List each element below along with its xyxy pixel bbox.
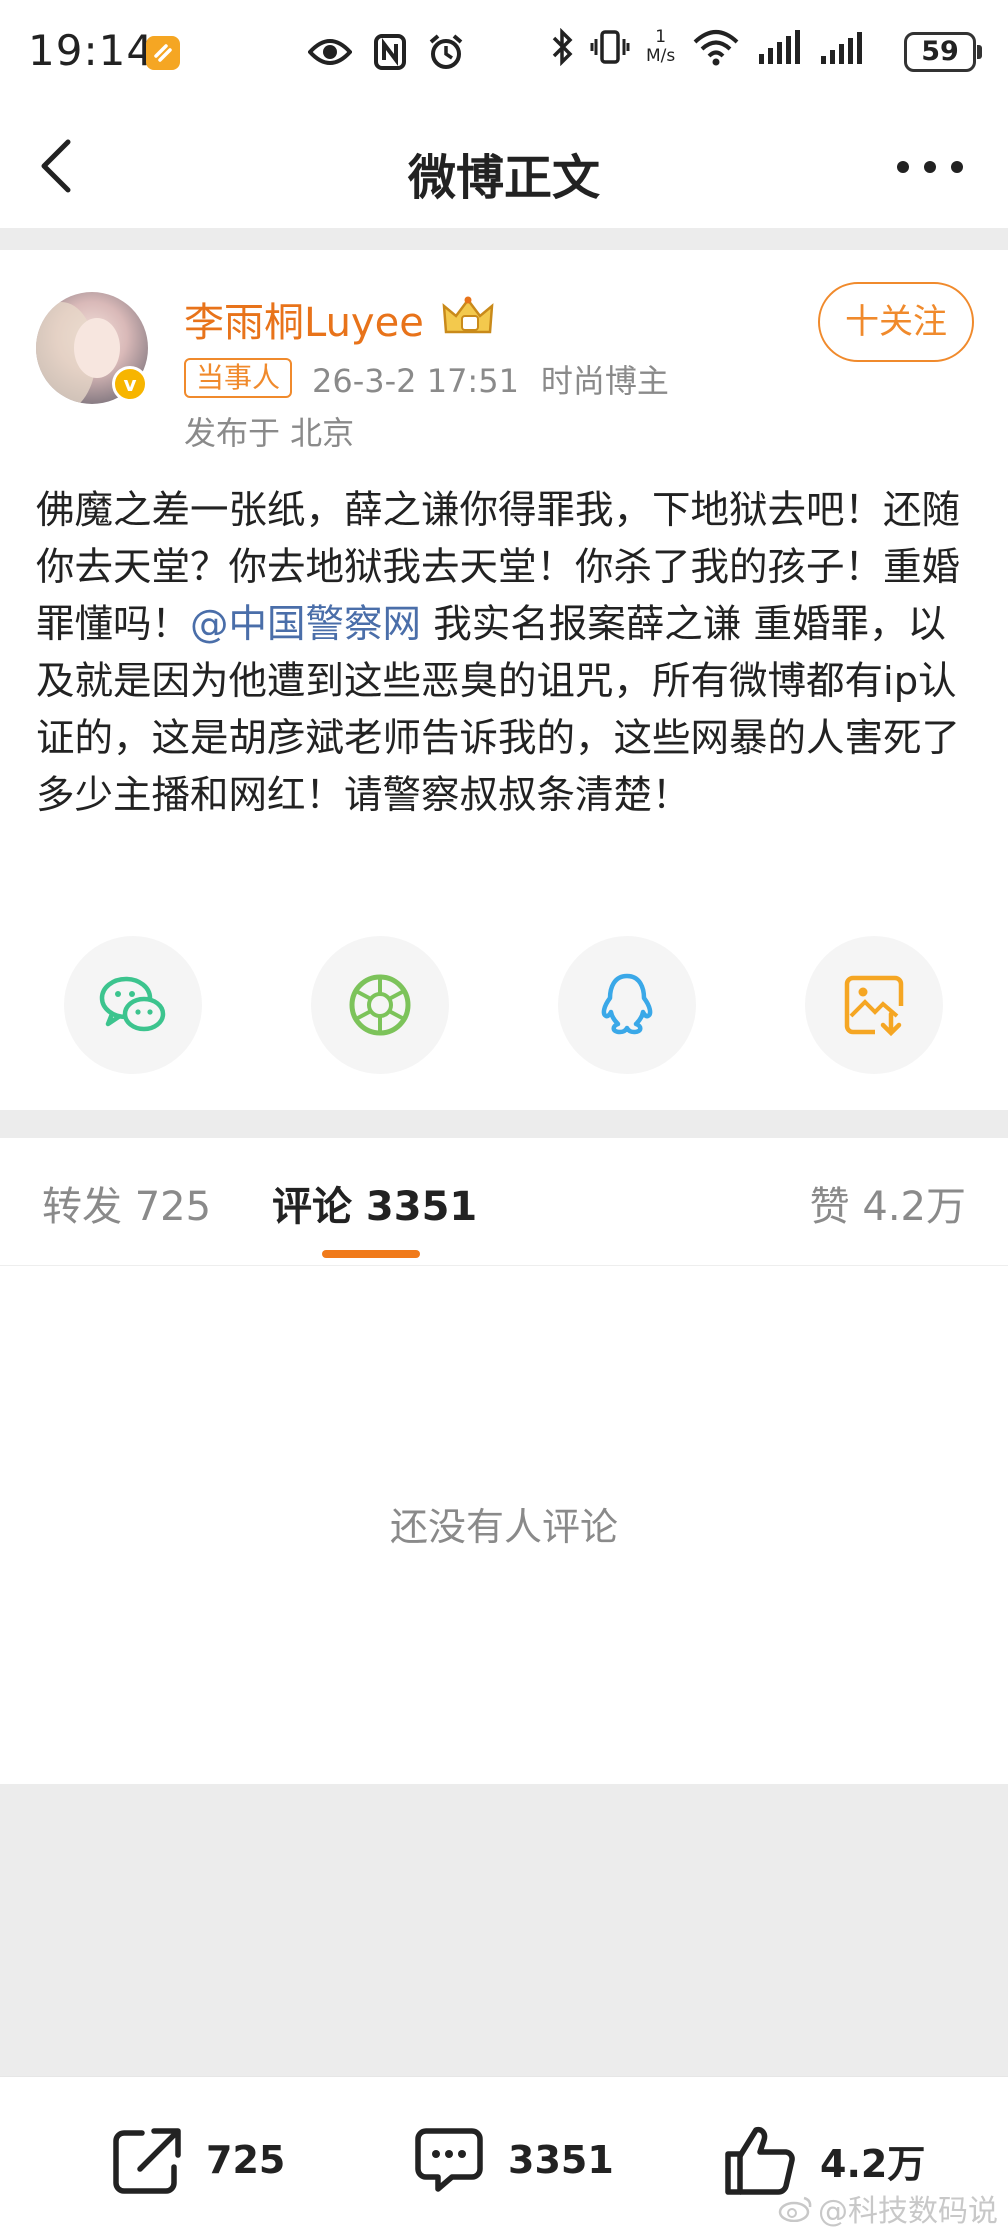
status-bar: 19:14 1 M/s 59	[0, 0, 1008, 104]
signal-icon-1	[759, 30, 801, 64]
party-tag: 当事人	[184, 358, 293, 398]
eye-icon	[308, 39, 352, 65]
repost-button[interactable]: 725	[110, 2123, 285, 2197]
mention-link[interactable]: @中国警察网	[190, 602, 421, 647]
watermark-text: @科技数码说	[818, 2194, 998, 2229]
active-tab-indicator	[322, 1250, 420, 1258]
status-icons-mid	[308, 34, 464, 70]
verified-badge-icon: v	[112, 366, 148, 402]
app-notification-icon	[146, 36, 180, 70]
author-category: 时尚博主	[540, 362, 669, 400]
post-location: 发布于 北京	[184, 414, 355, 452]
net-speed-unit: M/s	[646, 46, 676, 66]
weibo-logo-icon	[778, 2196, 812, 2222]
vibrate-icon	[590, 30, 630, 64]
share-wechat-button[interactable]	[64, 936, 202, 1074]
tab-repost[interactable]: 转发 725	[42, 1174, 211, 1232]
alarm-icon	[429, 34, 463, 69]
moments-icon	[349, 974, 411, 1036]
status-icons-right: 1 M/s	[550, 28, 863, 66]
tab-like[interactable]: 赞 4.2万	[810, 1174, 966, 1232]
qq-icon	[601, 973, 653, 1035]
post-date: 26-3-2 17:51	[312, 362, 519, 400]
post-tabs: 转发 725 评论 3351 赞 4.2万	[0, 1138, 1008, 1266]
empty-comments-text: 还没有人评论	[389, 1505, 618, 1549]
net-speed-value: 1	[655, 27, 667, 47]
repost-count: 725	[206, 2138, 286, 2182]
share-icon	[113, 2128, 181, 2194]
share-moments-button[interactable]	[311, 936, 449, 1074]
crown-icon[interactable]	[440, 294, 496, 338]
tab-comment[interactable]: 评论 3351	[272, 1174, 477, 1232]
like-count: 4.2万	[820, 2141, 926, 2186]
share-save-image-button[interactable]	[805, 936, 943, 1074]
comment-button[interactable]: 3351	[412, 2123, 614, 2197]
comment-count: 3351	[508, 2138, 614, 2182]
wechat-icon	[99, 976, 166, 1032]
share-qq-button[interactable]	[558, 936, 696, 1074]
battery-level: 59	[921, 36, 959, 67]
status-time: 19:14	[28, 26, 155, 75]
page-title: 微博正文	[407, 150, 600, 206]
comment-icon	[415, 2128, 483, 2192]
post-meta: 26-3-2 17:51 时尚博主	[312, 356, 669, 402]
bluetooth-icon	[552, 28, 573, 66]
nav-bar: 微博正文	[0, 104, 1008, 228]
follow-button[interactable]: 十关注	[818, 282, 974, 362]
comments-area: 还没有人评论	[0, 1266, 1008, 1784]
more-horizontal-icon[interactable]	[896, 160, 964, 174]
battery-icon: 59	[904, 32, 982, 72]
net-speed: 1 M/s	[646, 28, 675, 66]
post-body: 佛魔之差一张纸，薛之谦你得罪我，下地狱去吧！还随你去天堂？你去地狱我去天堂！你杀…	[36, 482, 980, 824]
wifi-icon	[693, 30, 739, 66]
post-card: v 李雨桐Luyee 十关注 当事人 26-3-2 17:51 时尚博主 发布于 …	[0, 250, 1008, 1110]
author-name[interactable]: 李雨桐Luyee	[184, 290, 424, 348]
watermark: @科技数码说	[778, 2186, 998, 2230]
share-row	[0, 936, 1008, 1076]
nfc-icon	[374, 34, 406, 70]
avatar-face	[74, 318, 120, 378]
save-image-icon	[844, 975, 904, 1037]
signal-icon-2	[821, 32, 863, 64]
